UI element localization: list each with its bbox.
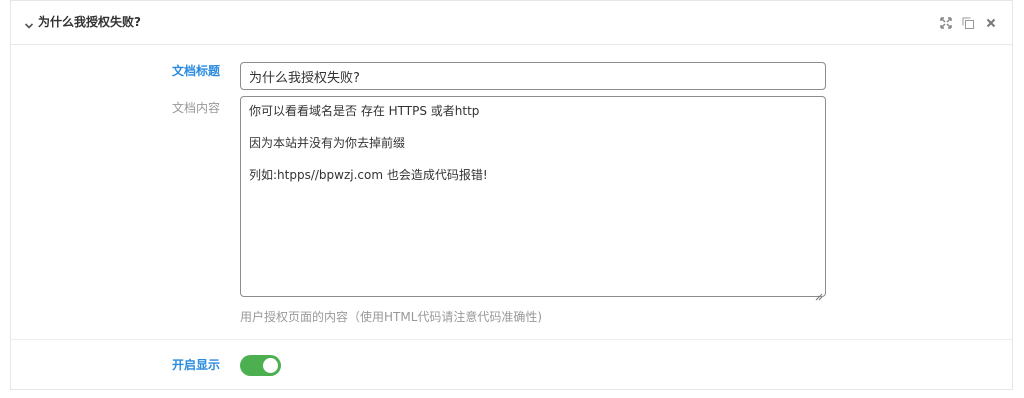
document-panel: 为什么我授权失败? 文档标题 文档内容 你可以看看域名是否 存在 HTTPS 或… xyxy=(10,0,1013,390)
chevron-down-icon[interactable] xyxy=(24,16,34,29)
panel-title: 为什么我授权失败? xyxy=(38,15,141,29)
enable-display-toggle[interactable] xyxy=(240,355,281,376)
resize-handle-icon[interactable] xyxy=(815,286,823,301)
doc-content-label: 文档内容 xyxy=(171,101,220,115)
close-icon[interactable] xyxy=(984,15,998,29)
content-help-text: 用户授权页面的内容（使用HTML代码请注意代码准确性) xyxy=(240,310,543,324)
enable-display-label: 开启显示 xyxy=(171,358,220,372)
content-line: 因为本站并没有为你去掉前缀 xyxy=(249,136,406,150)
content-line: 你可以看看域名是否 存在 HTTPS 或者http xyxy=(249,104,480,118)
doc-title-label: 文档标题 xyxy=(171,64,220,78)
copy-icon[interactable] xyxy=(961,15,975,29)
divider xyxy=(11,339,1012,340)
doc-title-input[interactable] xyxy=(240,62,826,90)
toggle-knob xyxy=(263,358,278,373)
panel-header[interactable]: 为什么我授权失败? xyxy=(11,1,1012,45)
content-line: 列如:htpps//bpwzj.com 也会造成代码报错! xyxy=(249,168,488,182)
doc-content-textarea[interactable]: 你可以看看域名是否 存在 HTTPS 或者http 因为本站并没有为你去掉前缀 … xyxy=(240,96,826,301)
expand-icon[interactable] xyxy=(939,15,953,29)
